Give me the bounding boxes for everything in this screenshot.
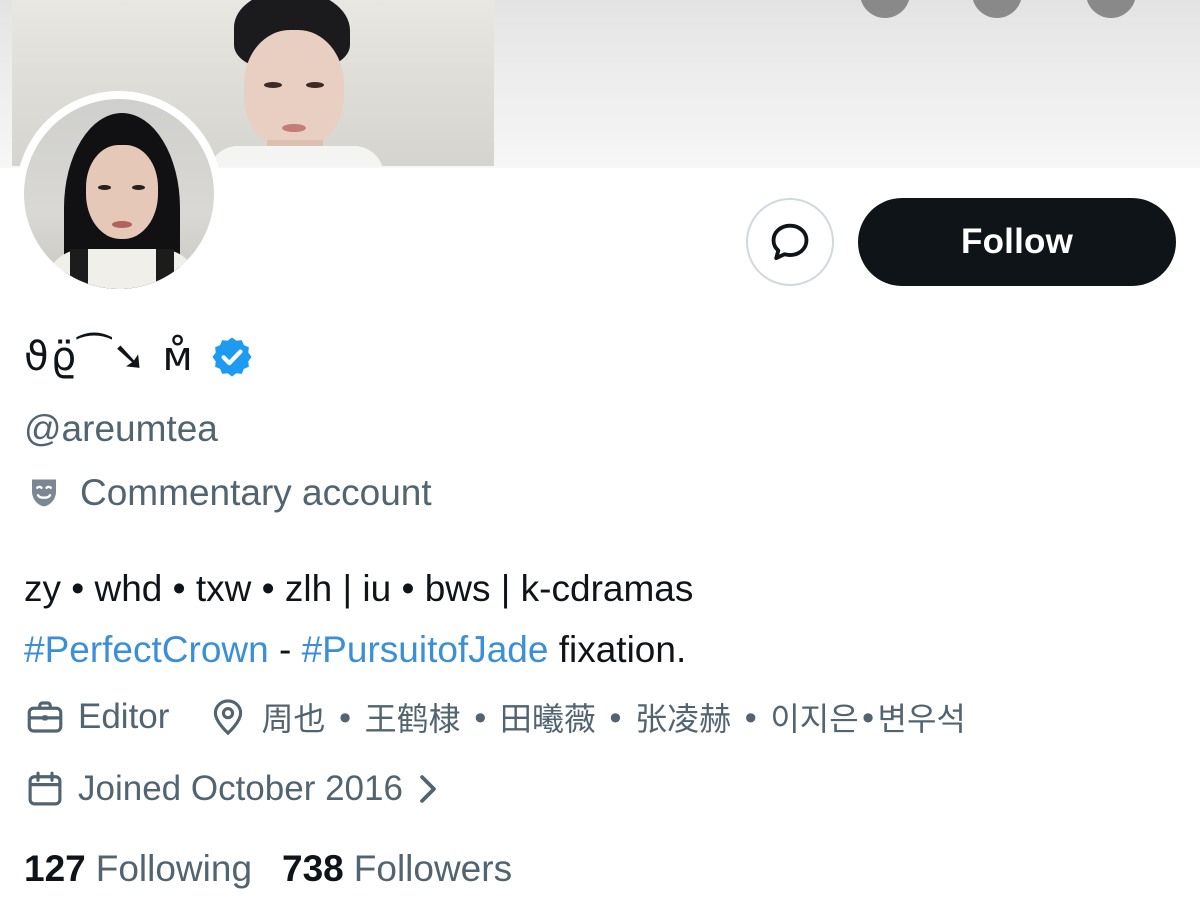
account-label-text: Commentary account: [80, 472, 432, 513]
hashtag-link[interactable]: #PursuitofJade: [302, 629, 549, 670]
theater-mask-icon: [32, 479, 56, 507]
followers-link[interactable]: 738 Followers: [282, 848, 512, 890]
joined-text: Joined October 2016: [78, 769, 403, 808]
calendar-icon: [28, 771, 62, 806]
follow-stats: 127 Following 738 Followers: [24, 848, 512, 890]
joined[interactable]: Joined October 2016: [24, 768, 439, 810]
handle: @areumtea: [24, 408, 218, 449]
profession: Editor: [24, 696, 169, 738]
message-bubble-icon: [771, 223, 809, 261]
bio-line: #PerfectCrown - #PursuitofJade fixation.: [24, 619, 1174, 680]
chevron-right-icon[interactable]: [417, 772, 439, 806]
briefcase-icon: [27, 701, 63, 733]
profession-text: Editor: [78, 697, 170, 736]
banner-top-button[interactable]: [1086, 0, 1136, 18]
account-label[interactable]: Commentary account: [26, 472, 432, 514]
banner-top-button[interactable]: [860, 0, 910, 18]
location-text: 周也 • 王鹤棣 • 田曦薇 • 张凌赫 • 이지은•변우석: [261, 700, 966, 738]
banner-top-button[interactable]: [972, 0, 1022, 18]
bio-line: zy • whd • txw • zlh | iu • bws | k-cdra…: [24, 568, 694, 609]
verified-badge-icon[interactable]: [209, 334, 255, 380]
location-pin-icon: [214, 699, 243, 736]
display-name: ϑϱ̈⁀➘ ᴍ̊: [24, 334, 195, 380]
avatar[interactable]: [16, 91, 222, 297]
message-button[interactable]: [746, 198, 834, 286]
bio-suffix: fixation.: [548, 629, 687, 670]
followers-count: 738: [282, 848, 344, 889]
profile-meta-row: Editor 周也 • 王鹤棣 • 田曦薇 • 张凌赫 • 이지은•변우석: [24, 692, 966, 742]
joined-row[interactable]: Joined October 2016: [24, 764, 439, 814]
following-count: 127: [24, 848, 86, 889]
follow-button[interactable]: Follow: [858, 198, 1176, 286]
bio: zy • whd • txw • zlh | iu • bws | k-cdra…: [24, 558, 1174, 680]
following-link[interactable]: 127 Following: [24, 848, 252, 890]
location: 周也 • 王鹤棣 • 田曦薇 • 张凌赫 • 이지은•변우석: [207, 694, 966, 740]
name-row: ϑϱ̈⁀➘ ᴍ̊: [24, 326, 255, 388]
followers-label: Followers: [353, 848, 513, 889]
bio-separator: -: [268, 629, 302, 670]
avatar-photo: [24, 99, 214, 289]
hashtag-link[interactable]: #PerfectCrown: [24, 629, 269, 670]
following-label: Following: [95, 848, 253, 889]
